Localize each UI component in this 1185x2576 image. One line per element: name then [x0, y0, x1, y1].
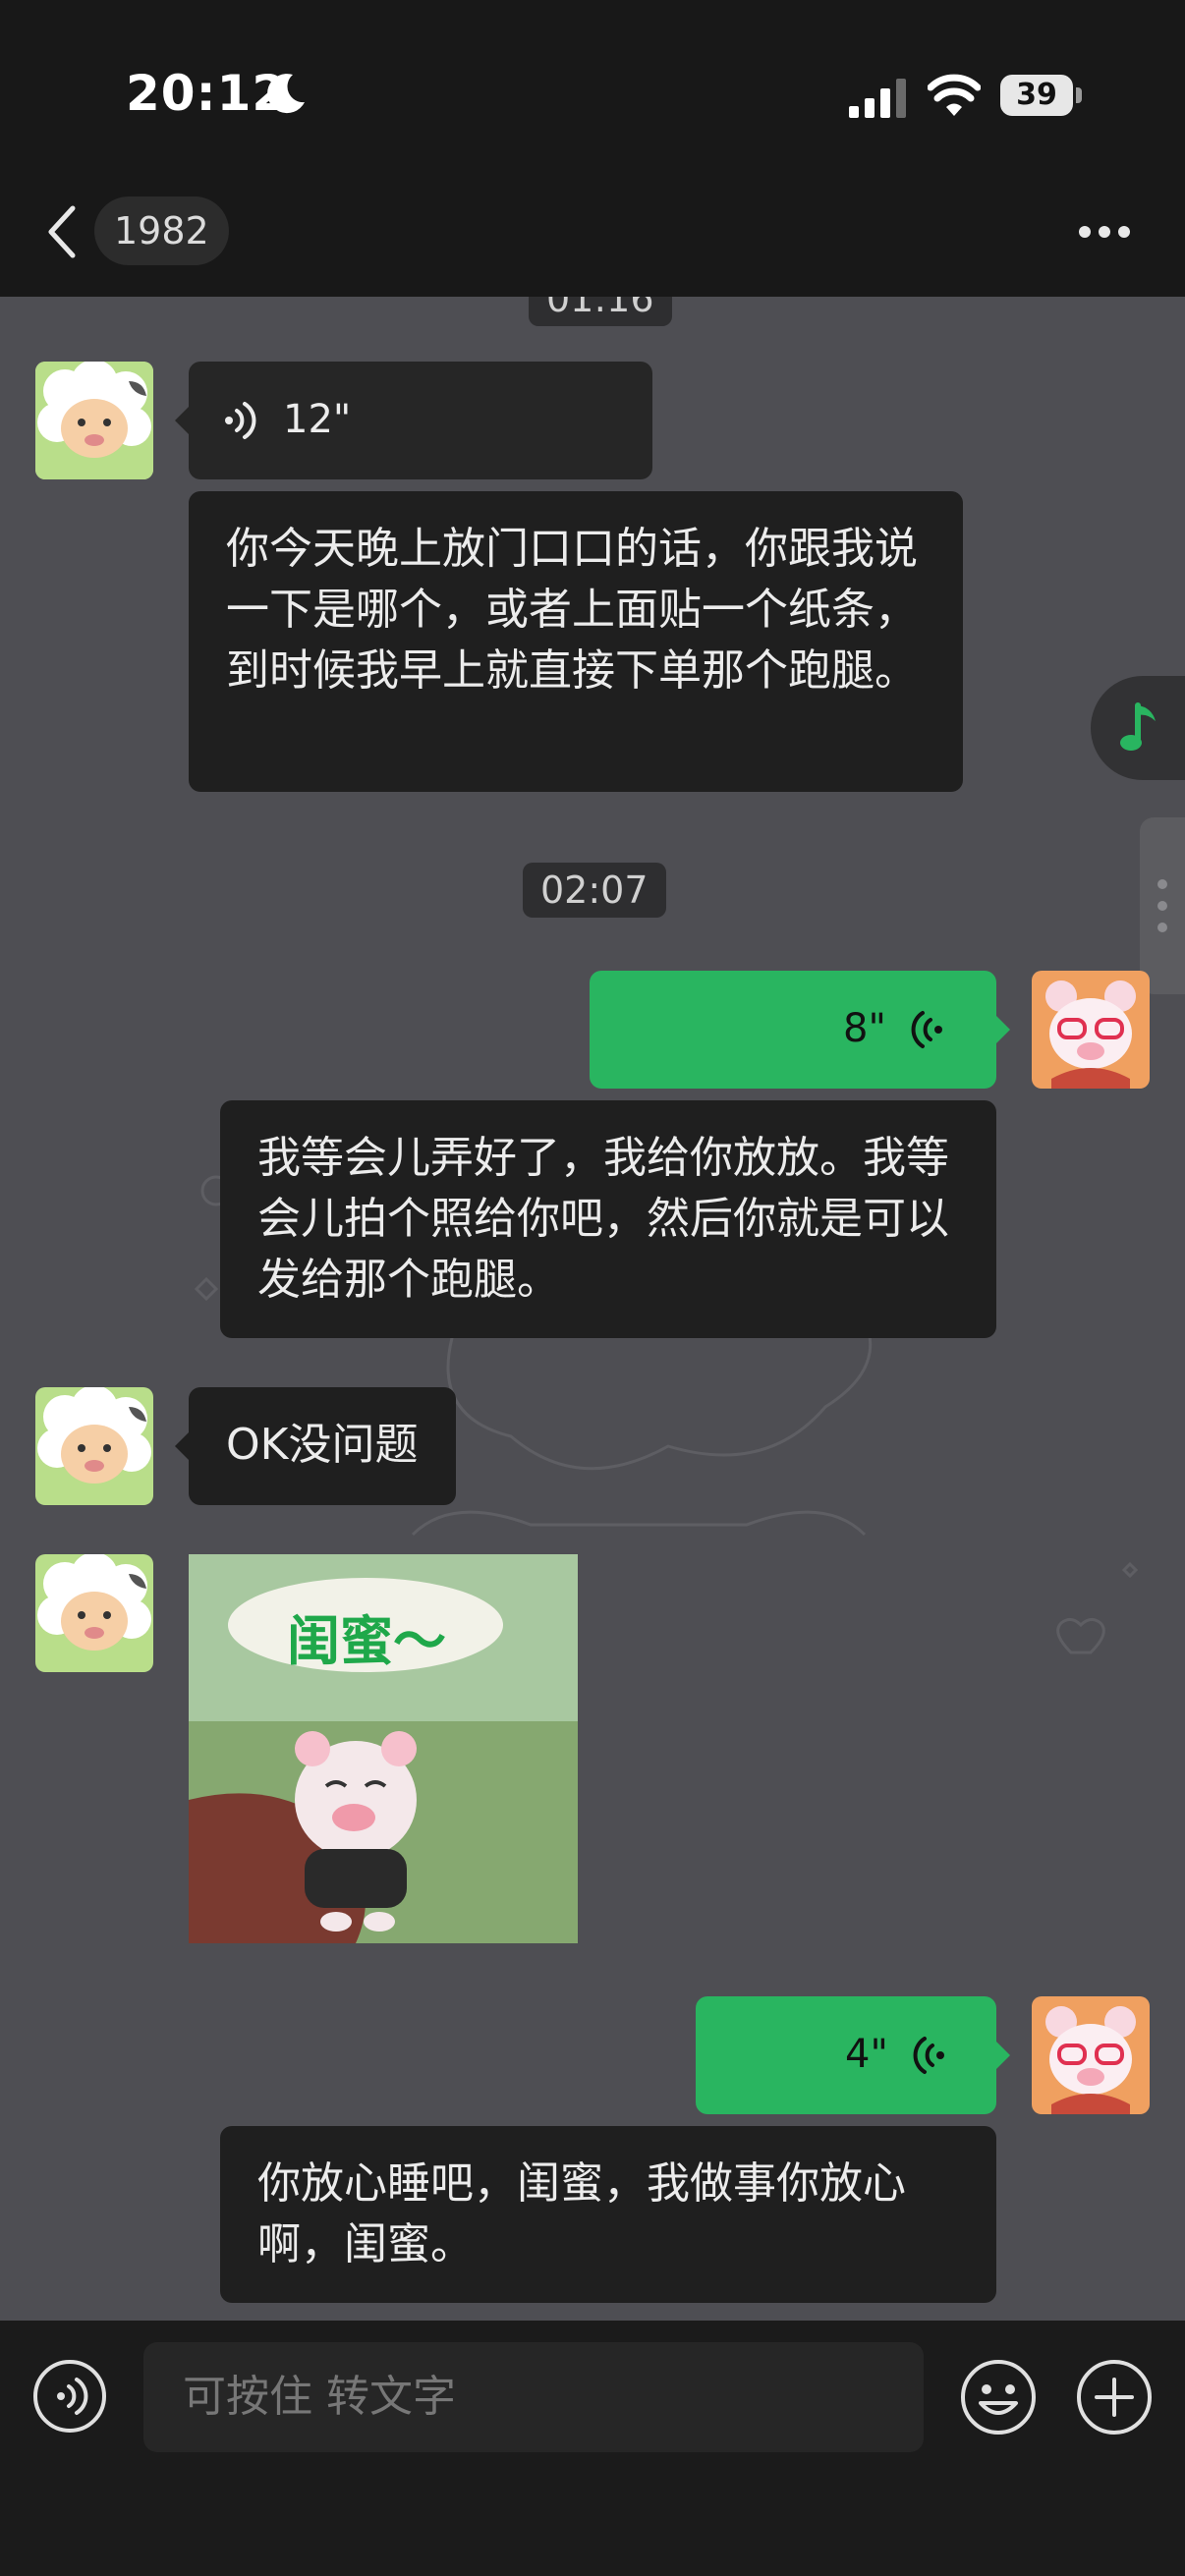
unread-count-badge[interactable]: 1982 [94, 196, 229, 265]
bubble-tail [175, 1432, 189, 1460]
chat-message-list[interactable]: 01:16 12" 你今天晚上放门口口的话，你跟我说一下是哪个，或者上面贴一个纸… [0, 297, 1185, 2321]
music-player-float[interactable] [1091, 676, 1185, 780]
back-chevron-icon[interactable] [43, 202, 83, 261]
sticker-message[interactable]: 闺蜜～ [189, 1554, 578, 1943]
voice-duration: 4" [845, 2032, 888, 2077]
bubble-tail [996, 2042, 1010, 2069]
wifi-icon [928, 74, 981, 116]
message-input[interactable]: 可按住 转文字 [143, 2342, 924, 2452]
voice-duration: 12" [283, 397, 352, 442]
pig-avatar-icon [1032, 1996, 1150, 2114]
cellular-signal-icon [849, 79, 906, 118]
pig-avatar-icon [1032, 971, 1150, 1089]
contact-avatar[interactable] [35, 1387, 153, 1505]
moon-icon [267, 74, 305, 114]
time-separator: 01:16 [529, 297, 672, 326]
voice-message-outgoing[interactable]: 4" [696, 1996, 996, 2114]
voice-transcript-outgoing[interactable]: 我等会儿弄好了，我给你放放。我等会儿拍个照给你吧，然后你就是可以发给那个跑腿。 [220, 1100, 996, 1338]
bubble-tail [175, 407, 189, 434]
emoji-icon[interactable] [959, 2358, 1038, 2436]
sheep-avatar-icon [35, 362, 153, 479]
music-note-icon [1120, 702, 1156, 751]
bubble-tail [996, 1016, 1010, 1043]
text-message-incoming[interactable]: OK没问题 [189, 1387, 456, 1505]
time-separator: 02:07 [523, 863, 666, 918]
my-avatar[interactable] [1032, 1996, 1150, 2114]
voice-duration: 8" [843, 1006, 886, 1051]
voice-transcript-incoming[interactable]: 你今天晚上放门口口的话，你跟我说一下是哪个，或者上面贴一个纸条，到时候我早上就直… [189, 491, 963, 792]
add-more-icon[interactable] [1075, 2358, 1154, 2436]
battery-indicator: 39 [1000, 75, 1083, 116]
voice-wave-icon [225, 402, 256, 439]
voice-input-toggle-icon[interactable] [31, 2358, 108, 2435]
contact-avatar[interactable] [35, 1554, 153, 1672]
voice-message-outgoing[interactable]: 8" [590, 971, 996, 1089]
voice-message-incoming[interactable]: 12" [189, 362, 652, 479]
voice-wave-icon [911, 1011, 942, 1048]
contact-avatar[interactable] [35, 362, 153, 479]
sticker-caption: 闺蜜～ [287, 1610, 446, 1672]
vertical-dots-icon [1157, 879, 1167, 932]
voice-wave-icon [913, 2037, 944, 2074]
more-horizontal-icon[interactable] [1077, 224, 1132, 240]
sheep-avatar-icon [35, 1554, 153, 1672]
side-drag-handle[interactable] [1140, 817, 1185, 994]
voice-transcript-outgoing[interactable]: 你放心睡吧，闺蜜，我做事你放心啊，闺蜜。 [220, 2126, 996, 2303]
my-avatar[interactable] [1032, 971, 1150, 1089]
heart-doodle-icon [1056, 1561, 1139, 1654]
sheep-avatar-icon [35, 1387, 153, 1505]
